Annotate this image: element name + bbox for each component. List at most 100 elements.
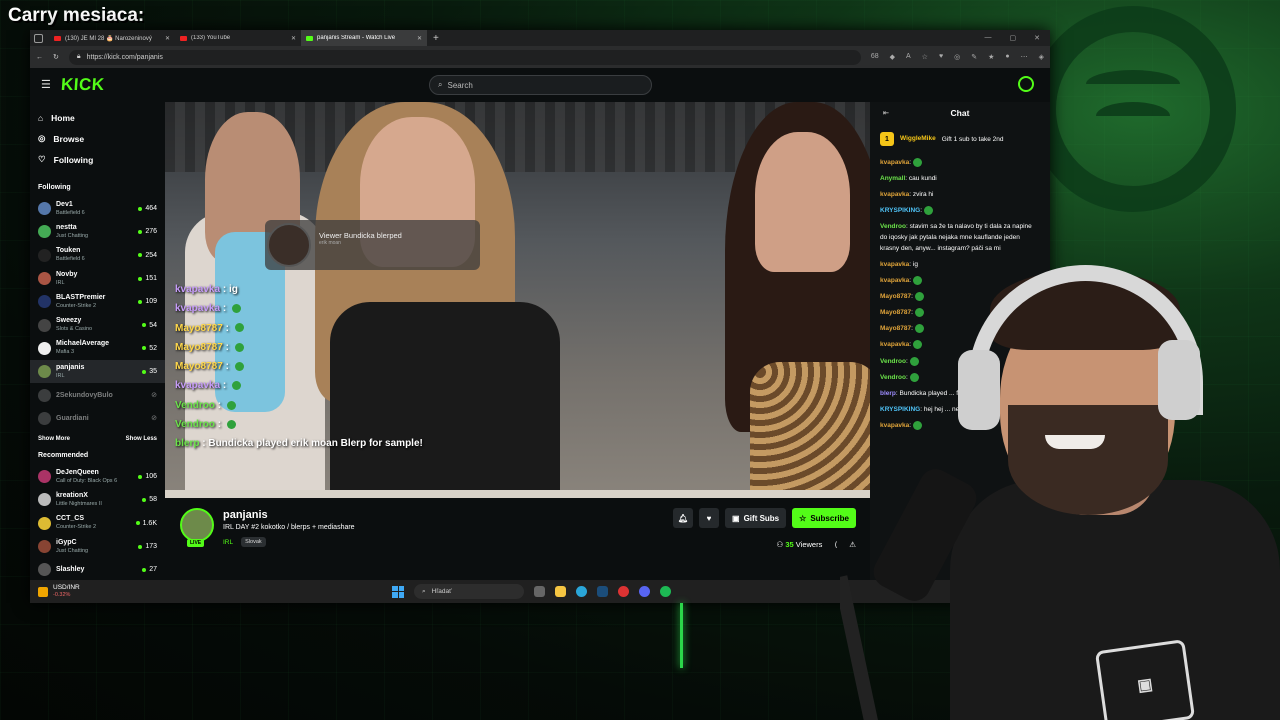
new-tab-button[interactable]: + xyxy=(433,33,439,44)
overlay-username: Vendroo xyxy=(175,399,216,411)
spotify-icon[interactable] xyxy=(660,586,671,597)
read-aloud-icon[interactable]: A xyxy=(906,53,911,61)
emote-icon xyxy=(923,206,933,216)
hamburger-icon[interactable]: ☰ xyxy=(41,78,51,91)
address-bar[interactable]: 🔒︎ https://kick.com/panjanis xyxy=(68,49,861,65)
sidebar-nav-item[interactable]: ♡ Following xyxy=(38,149,165,170)
file-explorer-icon[interactable] xyxy=(555,586,566,597)
channel-item[interactable]: Slashley 27 xyxy=(30,558,165,581)
channel-item[interactable]: CCT_CS Counter-Strike 2 1.6K xyxy=(30,512,165,535)
channel-info: Slashley xyxy=(56,565,137,574)
channel-item[interactable]: Touken Battlefield 6 254 xyxy=(30,244,165,267)
gift-subs-button[interactable]: ▣ Gift Subs xyxy=(725,508,787,528)
minimize-icon[interactable]: — xyxy=(985,34,992,42)
kick-logo[interactable]: KICK xyxy=(60,75,105,95)
viewer-number: 254 xyxy=(145,251,157,259)
video-progress-bar[interactable] xyxy=(165,490,870,498)
channel-avatar xyxy=(38,388,51,402)
browser-tab[interactable]: (130) JE MI 28 🎂 Narozeninový ✕ xyxy=(49,30,175,46)
channel-item[interactable]: panjanis IRL 35 xyxy=(30,360,165,384)
chat-username[interactable]: Anymall xyxy=(880,175,905,182)
close-tab-icon[interactable]: ✕ xyxy=(291,35,296,42)
edge-icon[interactable] xyxy=(576,586,587,597)
channel-category: Mafia 3 xyxy=(56,349,75,356)
refresh-ext-icon[interactable]: ◎ xyxy=(954,53,960,61)
channel-item[interactable]: Sweezy Slots & Casino 54 xyxy=(30,313,165,336)
shield-icon[interactable]: ◆ xyxy=(890,53,895,61)
address-bar-row: ← ↻ 🔒︎ https://kick.com/panjanis 68 ◆ A … xyxy=(30,46,1050,68)
sidebar-nav: ⌂ Home ◎ Browse ♡ Following xyxy=(30,102,165,170)
zoom-indicator[interactable]: 68 xyxy=(871,53,879,61)
chat-username[interactable]: kvapavka xyxy=(880,159,909,166)
menu-icon[interactable]: ⋯ xyxy=(1021,53,1028,61)
opera-icon[interactable] xyxy=(618,586,629,597)
close-tab-icon[interactable]: ✕ xyxy=(165,35,170,42)
channel-item[interactable]: kreationX Little Nightmares II 58 xyxy=(30,488,165,511)
user-avatar[interactable] xyxy=(1018,76,1034,92)
channel-item[interactable]: iGypC Just Chatting 173 xyxy=(30,535,165,558)
maximize-icon[interactable]: ▢ xyxy=(1010,34,1017,42)
chat-username[interactable]: KRYSPIKING xyxy=(880,207,920,214)
tab-actions-icon[interactable] xyxy=(34,33,43,43)
channel-item[interactable]: Dev1 Battlefield 6 464 xyxy=(30,197,165,220)
tools-icon[interactable]: ✎ xyxy=(971,53,977,61)
channel-avatar xyxy=(38,563,51,577)
taskbar-search[interactable]: ⌕ Hľadať xyxy=(414,584,524,599)
back-icon[interactable]: ← xyxy=(36,54,43,61)
refresh-icon[interactable]: ↻ xyxy=(53,53,59,61)
favorite-icon[interactable]: ☆ xyxy=(922,53,928,61)
close-tab-icon[interactable]: ✕ xyxy=(417,35,422,42)
channel-item[interactable]: Guardiani ⊘ xyxy=(30,407,165,430)
window-controls: — ▢ ✕ xyxy=(985,34,1051,42)
overlay-chat-line: kvapavka : xyxy=(175,376,423,395)
viewer-number: 52 xyxy=(149,344,157,352)
channel-item[interactable]: DeJenQueen Call of Duty: Black Ops 6 106 xyxy=(30,465,165,488)
viewer-count: 109 xyxy=(138,298,157,305)
steam-icon[interactable] xyxy=(597,586,608,597)
channel-item[interactable]: 2SekundovyBulo ⊘ xyxy=(30,383,165,406)
channel-avatar[interactable] xyxy=(180,508,214,542)
channel-item[interactable]: Novby IRL 151 xyxy=(30,267,165,290)
chat-message: kvapavka: zvira hi xyxy=(880,190,1040,201)
notification-bell-button[interactable]: 🔔︎ xyxy=(673,508,694,528)
ticker-name: USD/INR xyxy=(53,584,80,591)
copilot-icon[interactable]: ◈ xyxy=(1039,53,1044,61)
channel-item[interactable]: MichaelAverage Mafia 3 52 xyxy=(30,337,165,360)
channel-category: Battlefield 6 xyxy=(56,209,85,216)
profile-icon[interactable]: ● xyxy=(1005,53,1009,61)
category-link[interactable]: IRL xyxy=(223,539,233,546)
live-dot xyxy=(142,497,147,502)
ticker-widget[interactable]: USD/INR -0.32% xyxy=(38,584,80,599)
channel-item[interactable]: BLASTPremier Counter-Strike 2 109 xyxy=(30,290,165,313)
sidebar-nav-item[interactable]: ◎ Browse xyxy=(38,128,165,149)
video-player[interactable]: Viewer Bundicka blerped erik moan kvapav… xyxy=(165,102,870,498)
sidebar-nav-item[interactable]: ⌂ Home xyxy=(38,107,165,128)
extension-icon[interactable]: ♥ xyxy=(939,53,943,61)
favorites-bar-icon[interactable]: ★ xyxy=(988,53,994,61)
follow-button[interactable]: ♥ xyxy=(699,508,720,528)
lock-icon: 🔒︎ xyxy=(76,53,81,60)
kick-header: ☰ KICK ⌕ Search xyxy=(30,68,1050,102)
close-icon[interactable]: ✕ xyxy=(1034,34,1040,42)
task-view-icon[interactable] xyxy=(534,586,545,597)
browser-tab[interactable]: panjanis Stream - Watch Live ✕ xyxy=(301,30,427,46)
overlay-username: kvapavka xyxy=(175,380,221,392)
discord-icon[interactable] xyxy=(639,586,650,597)
show-less-button[interactable]: Show Less xyxy=(126,436,157,442)
chat-username[interactable]: Vendroo xyxy=(880,223,906,230)
channel-avatar xyxy=(38,318,51,332)
channel-avatar xyxy=(38,202,51,216)
share-icon[interactable]: ⟨ xyxy=(834,540,837,549)
gift-sub-prompt[interactable]: Gift 1 sub to take 2nd xyxy=(942,136,1004,143)
channel-item[interactable]: nestta Just Chatting 276 xyxy=(30,220,165,243)
taskbar-search-label: Hľadať xyxy=(431,588,452,595)
windows-start-icon[interactable] xyxy=(392,585,404,598)
collapse-chat-icon[interactable]: ⇤ xyxy=(883,109,889,117)
browser-tab[interactable]: (133) YouTube ✕ xyxy=(175,30,301,46)
channel-name[interactable]: panjanis xyxy=(223,509,268,521)
pinned-user[interactable]: WiggleMike xyxy=(900,135,936,143)
language-tag[interactable]: Slovak xyxy=(241,537,266,547)
chat-username[interactable]: kvapavka xyxy=(880,191,909,198)
search-input[interactable]: ⌕ Search xyxy=(429,75,652,95)
show-more-button[interactable]: Show More xyxy=(38,436,70,442)
